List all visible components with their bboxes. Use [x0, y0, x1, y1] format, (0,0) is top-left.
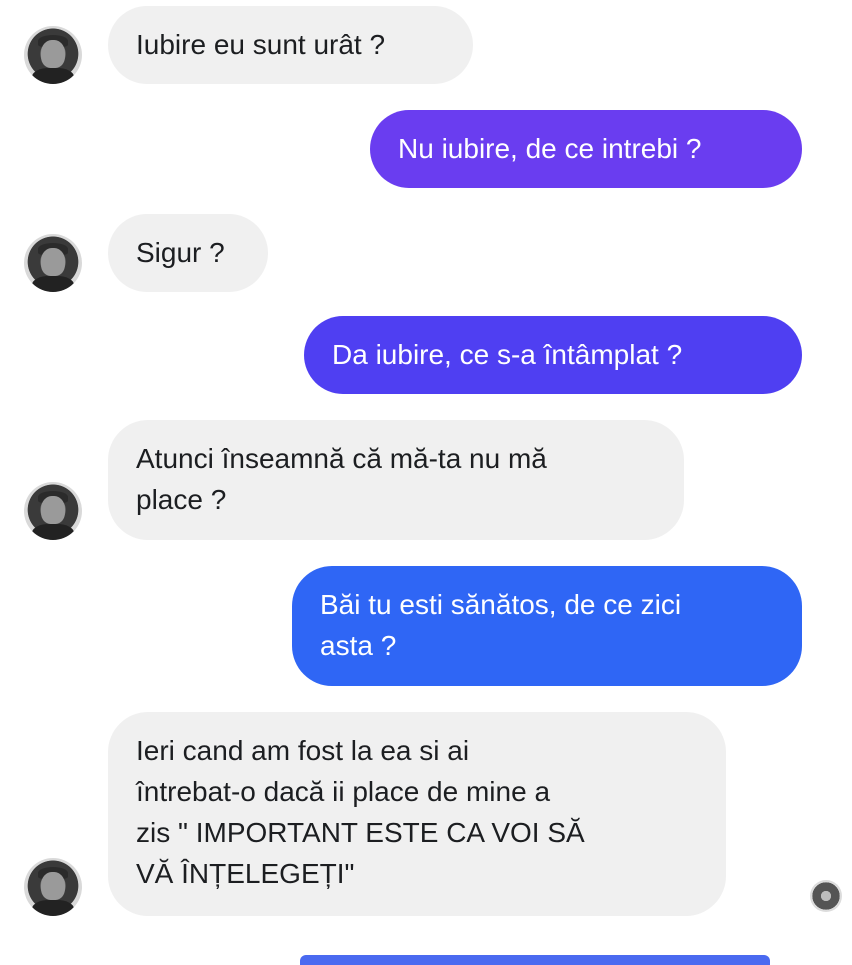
outgoing-message-bubble[interactable]: Nu iubire, de ce intrebi ? [370, 110, 802, 188]
outgoing-message-bubble[interactable]: Da iubire, ce s-a întâmplat ? [304, 316, 802, 394]
avatar-shirt [32, 68, 74, 84]
incoming-message-bubble[interactable]: Sigur ? [108, 214, 268, 292]
avatar-shirt [32, 524, 74, 540]
incoming-message-bubble[interactable]: Atunci înseamnă că mă-ta nu mă place ? [108, 420, 684, 540]
avatar-shirt [32, 276, 74, 292]
contact-avatar[interactable] [24, 26, 82, 84]
avatar-shirt [32, 900, 74, 916]
contact-avatar[interactable] [24, 482, 82, 540]
outgoing-message-bubble[interactable]: Băi tu esti sănătos, de ce zici asta ? [292, 566, 802, 686]
incoming-message-bubble[interactable]: Ieri cand am fost la ea si ai întrebat-o… [108, 712, 726, 916]
contact-avatar[interactable] [24, 234, 82, 292]
incoming-message-bubble[interactable]: Iubire eu sunt urât ? [108, 6, 473, 84]
avatar-face [41, 496, 65, 524]
avatar-face [41, 872, 65, 900]
contact-avatar[interactable] [24, 858, 82, 916]
seen-avatar-icon [810, 880, 842, 912]
avatar-face [41, 248, 65, 276]
partial-outgoing-message-bubble[interactable] [300, 955, 770, 965]
avatar-face [41, 40, 65, 68]
